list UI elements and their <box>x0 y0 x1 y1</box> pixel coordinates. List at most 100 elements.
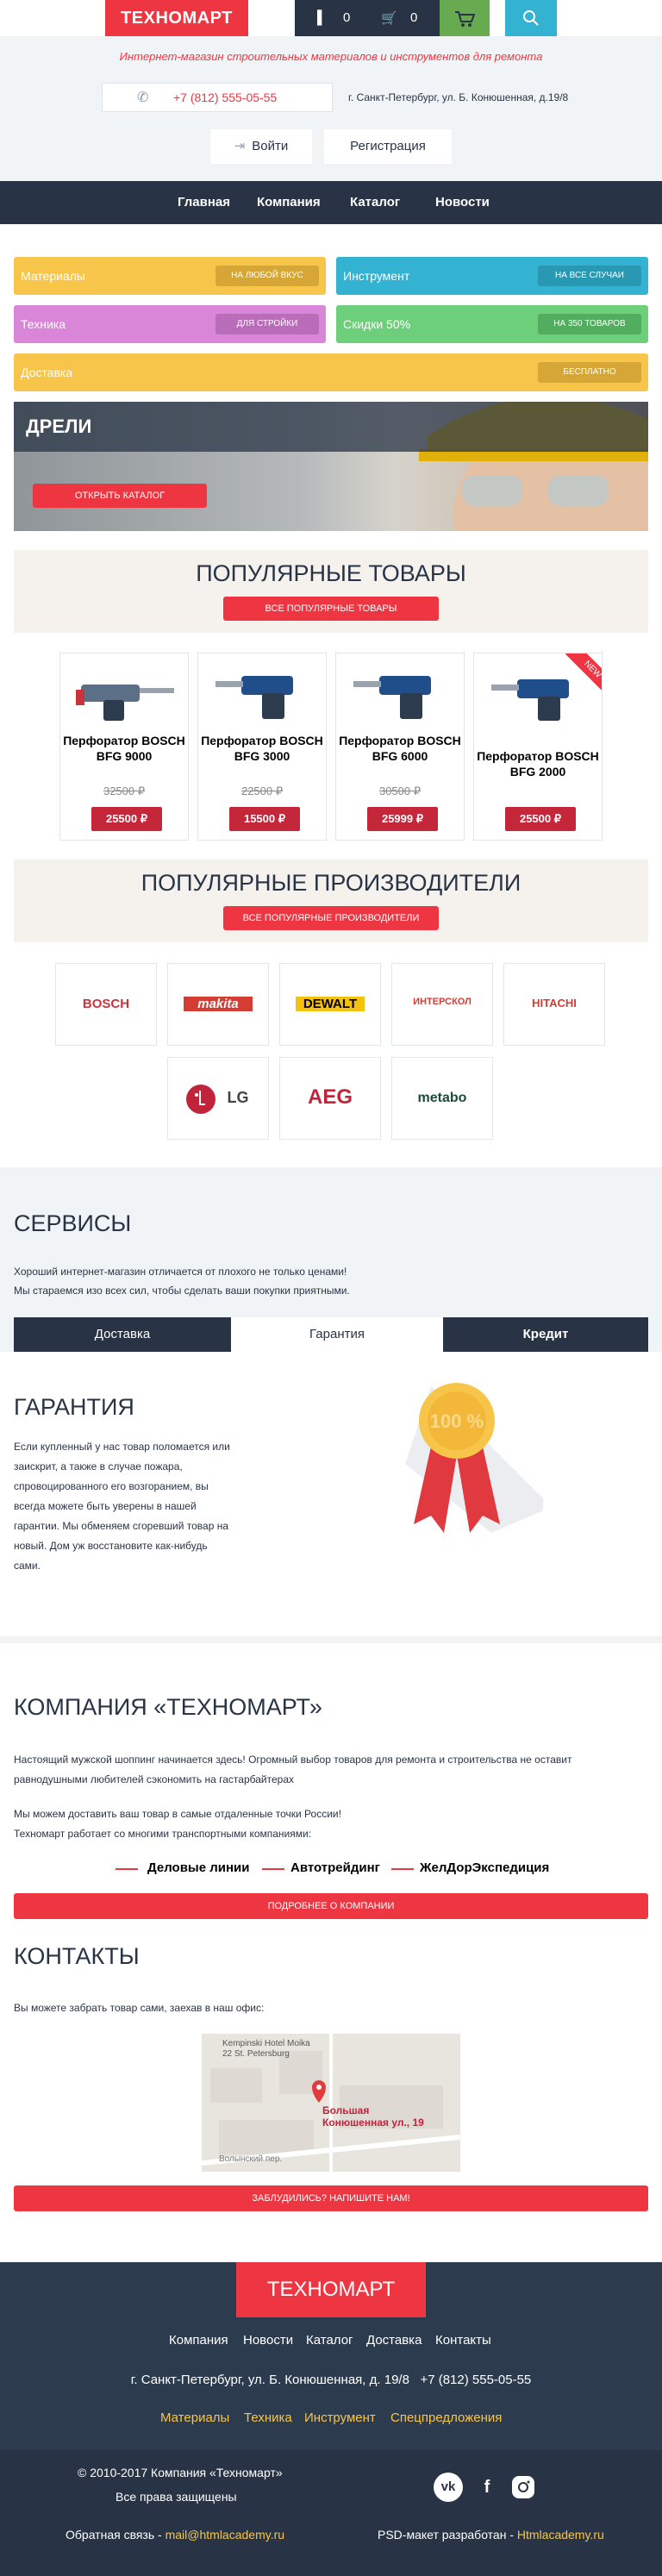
footer-contacts: г. Санкт-Петербург, ул. Б. Конюшенная, д… <box>0 2373 662 2387</box>
company-text: Настоящий мужской шоппинг начинается зде… <box>14 1754 572 1766</box>
map-label: Kempinski Hotel Moika <box>222 2039 310 2048</box>
nav-item-catalog[interactable]: Каталог <box>350 181 400 224</box>
nav-item-company[interactable]: Компания <box>257 181 321 224</box>
cart-link[interactable]: 🛒 0 <box>367 0 440 36</box>
footer-logo[interactable]: ТЕХНОМАРТ <box>236 2262 426 2317</box>
product-card[interactable]: Перфоратор BOSCH BFG 6000 30500 ₽ 25999 … <box>335 653 465 841</box>
favorites-link[interactable]: ▌ 0 <box>295 0 367 36</box>
brand-name: LG <box>227 1089 249 1106</box>
logo[interactable]: ТЕХНОМАРТ <box>105 0 248 36</box>
footer-nav-item[interactable]: Контакты <box>435 2333 491 2348</box>
login-label: Войти <box>252 139 289 153</box>
product-card[interactable]: Перфоратор BOSCH BFG 3000 22500 ₽ 15500 … <box>197 653 327 841</box>
login-button[interactable]: ⇥ Войти <box>210 129 312 164</box>
footer-phone[interactable]: +7 (812) 555-05-55 <box>420 2373 531 2387</box>
footer-category-link[interactable]: Материалы <box>160 2410 229 2425</box>
footer-nav-item[interactable]: Доставка <box>366 2333 422 2348</box>
hammer-drill-image <box>491 679 569 721</box>
facebook-icon[interactable]: f <box>472 2473 502 2502</box>
medal-icon: 100 % <box>405 1383 543 1533</box>
brand-logo-metabo[interactable]: metabo <box>391 1057 493 1140</box>
footer-address: г. Санкт-Петербург, ул. Б. Конюшенная, д… <box>130 2373 409 2387</box>
product-card[interactable]: Перфоратор BOSCH BFG 9000 32500 ₽ 25500 … <box>59 653 189 841</box>
all-popular-products-button[interactable]: ВСЕ ПОПУЛЯРНЫЕ ТОВАРЫ <box>223 597 439 621</box>
basket-button[interactable] <box>440 0 490 36</box>
guarantee-text: новый. Дом уж восстановите как-нибудь <box>14 1540 208 1552</box>
write-us-button[interactable]: ЗАБЛУДИЛИСЬ? НАПИШИТЕ НАМ! <box>14 2185 648 2211</box>
footer-nav-item[interactable]: Компания <box>169 2333 228 2348</box>
cart-icon: 🛒 <box>381 11 397 26</box>
category-tile-discounts[interactable]: Скидки 50% НА 350 ТОВАРОВ <box>336 305 648 343</box>
product-old-price: 30500 ₽ <box>378 785 422 797</box>
product-card[interactable]: NEW Перфоратор BOSCH BFG 2000 25500 ₽ <box>473 653 603 841</box>
category-badge: НА ВСЕ СЛУЧАИ <box>538 266 641 286</box>
feedback-label: Обратная связь - <box>66 2528 162 2542</box>
tagline: Интернет-магазин строительных материалов… <box>119 50 543 63</box>
instagram-icon[interactable] <box>512 2476 534 2498</box>
all-popular-brands-button[interactable]: ВСЕ ПОПУЛЯРНЫЕ ПРОИЗВОДИТЕЛИ <box>223 906 439 930</box>
brand-name: BOSCH <box>82 997 130 1011</box>
nav-item-home[interactable]: Главная <box>178 181 230 224</box>
product-name: Перфоратор BOSCH BFG 6000 <box>339 734 461 763</box>
company-text: Мы можем доставить ваш товар в самые отд… <box>14 1808 341 1820</box>
office-map[interactable]: Kempinski Hotel Moika 22 St. Petersburg … <box>202 2034 460 2172</box>
services-text: Хороший интернет-магазин отличается от п… <box>14 1266 347 1278</box>
category-tile-delivery[interactable]: Доставка БЕСПЛАТНО <box>14 353 648 391</box>
register-button[interactable]: Регистрация <box>324 129 452 164</box>
brand-logo-interskol[interactable]: ИНТЕРСКОЛ <box>391 963 493 1046</box>
brand-name: HITACHI <box>532 997 577 1010</box>
brand-logo-lg[interactable]: LG <box>167 1057 269 1140</box>
product-old-price: 32500 ₽ <box>103 785 146 797</box>
favorites-count: 0 <box>343 10 351 25</box>
open-catalog-button[interactable]: ОТКРЫТЬ КАТАЛОГ <box>33 484 207 508</box>
tab-credit[interactable]: Кредит <box>443 1317 648 1352</box>
product-name: Перфоратор BOSCH BFG 3000 <box>201 734 323 763</box>
footer-category-link[interactable]: Инструмент <box>304 2410 376 2425</box>
bookmark-icon: ▌ <box>317 10 327 25</box>
company-more-button[interactable]: ПОДРОБНЕЕ О КОМПАНИИ <box>14 1893 648 1919</box>
phone-box[interactable]: ✆ +7 (812) 555-05-55 <box>102 83 333 112</box>
psd-link[interactable]: Htmlacademy.ru <box>517 2528 604 2542</box>
category-badge: НА 350 ТОВАРОВ <box>538 314 641 335</box>
psd-label: PSD-макет разработан - <box>378 2528 514 2542</box>
map-street-label: Волынский пер. <box>219 2154 283 2164</box>
product-price[interactable]: 25500 ₽ <box>91 807 162 831</box>
main-nav: Главная Компания Каталог Новости <box>0 181 662 224</box>
tab-delivery[interactable]: Доставка <box>14 1317 231 1352</box>
product-price[interactable]: 25999 ₽ <box>367 807 438 831</box>
product-price[interactable]: 25500 ₽ <box>505 807 576 831</box>
feedback-email-link[interactable]: mail@htmlacademy.ru <box>166 2528 284 2542</box>
hammer-drill-image <box>353 676 431 719</box>
footer-nav-item[interactable]: Каталог <box>306 2333 353 2348</box>
brand-logo-makita[interactable]: makita <box>167 963 269 1046</box>
product-price[interactable]: 15500 ₽ <box>229 807 300 831</box>
category-tile-machinery[interactable]: Техника ДЛЯ СТРОЙКИ <box>14 305 326 343</box>
footer-category-link[interactable]: Спецпредложения <box>390 2410 502 2425</box>
search-button[interactable] <box>505 0 557 36</box>
category-label: Доставка <box>21 366 73 379</box>
brand-logo-bosch[interactable]: BOSCH <box>55 963 157 1046</box>
footer-nav-item[interactable]: Новости <box>243 2333 293 2348</box>
company-title: КОМПАНИЯ «ТЕХНОМАРТ» <box>14 1694 322 1720</box>
nav-item-news[interactable]: Новости <box>435 181 490 224</box>
brand-logo-dewalt[interactable]: DEWALT <box>279 963 381 1046</box>
company-text: равнодушными любителей сэкономить на гас… <box>14 1773 294 1785</box>
product-old-price: 22500 ₽ <box>240 785 284 797</box>
brand-logo-hitachi[interactable]: HITACHI <box>503 963 605 1046</box>
category-tile-tools[interactable]: Инструмент НА ВСЕ СЛУЧАИ <box>336 257 648 295</box>
map-pin-label: Конюшенная ул., 19 <box>322 2116 424 2129</box>
cart-count: 0 <box>410 10 418 25</box>
category-badge: ДЛЯ СТРОЙКИ <box>215 314 319 335</box>
lg-emblem-icon <box>186 1085 215 1114</box>
brand-logo-aeg[interactable]: AEG <box>279 1057 381 1140</box>
brand-name: ИНТЕРСКОЛ <box>413 997 472 1007</box>
brand-name: metabo <box>417 1091 467 1105</box>
tab-guarantee[interactable]: Гарантия <box>231 1317 443 1352</box>
vk-icon[interactable]: vk <box>434 2473 463 2502</box>
login-icon: ⇥ <box>234 139 246 153</box>
phone-number: +7 (812) 555-05-55 <box>173 91 278 104</box>
category-tile-materials[interactable]: Материалы НА ЛЮБОЙ ВКУС <box>14 257 326 295</box>
partner-name: ЖелДорЭкспедиция <box>420 1860 550 1875</box>
footer-category-link[interactable]: Техника <box>244 2410 292 2425</box>
page: ТЕХНОМАРТ ▌ 0 🛒 0 Интернет-магазин строи… <box>0 0 662 2576</box>
